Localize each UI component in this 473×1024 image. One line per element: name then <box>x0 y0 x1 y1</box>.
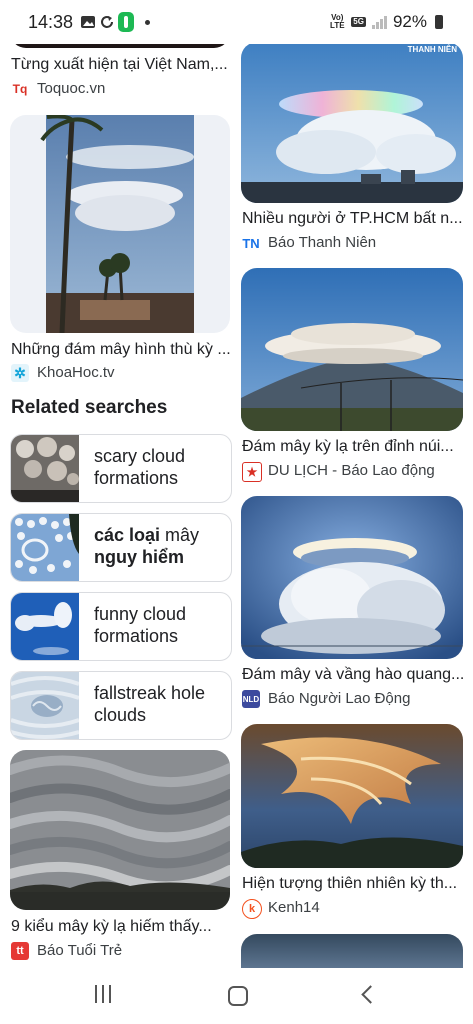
volte-icon: Vo) LTE <box>330 13 345 30</box>
source-favicon-6: k <box>242 899 262 919</box>
status-right: Vo) LTE 5G 92% <box>329 12 443 32</box>
swirl-cloud-photo <box>241 724 463 868</box>
related-label-1: các loại mây nguy hiểm <box>94 524 224 568</box>
result-caption-0[interactable]: Từng xuất hiện tại Việt Nam,... <box>11 56 228 74</box>
related-thumb-3 <box>11 672 79 739</box>
related-thumb-0 <box>11 435 79 502</box>
result-image-5[interactable] <box>10 750 230 910</box>
back-button[interactable] <box>361 985 380 1004</box>
related-label-1-bold-b: nguy hiểm <box>94 547 185 567</box>
related-label-3: fallstreak hole clouds <box>94 683 206 725</box>
related-searches-heading: Related searches <box>11 397 168 418</box>
result-caption-2[interactable]: Những đám mây hình thù kỳ ... <box>11 341 231 359</box>
status-bar: 14:38 Vo) LTE 5G 92% <box>0 0 473 44</box>
clock: 14:38 <box>28 12 74 32</box>
result-source-6[interactable]: Kenh14 <box>268 899 320 916</box>
related-label-2: funny cloud formations <box>94 604 187 646</box>
result-caption-1[interactable]: Nhiều người ở TP.HCM bất n... <box>242 210 463 228</box>
result-caption-5[interactable]: 9 kiểu mây kỳ lạ hiếm thấy... <box>11 918 212 936</box>
result-caption-3[interactable]: Đám mây kỳ lạ trên đỉnh núi... <box>242 438 454 456</box>
source-favicon-5: tt <box>11 942 29 960</box>
related-search-chip[interactable]: scary cloud formations <box>10 434 232 503</box>
iridescent-cloud-photo <box>241 42 463 203</box>
result-source-2[interactable]: KhoaHoc.tv <box>37 364 115 381</box>
source-favicon-4: NLD <box>242 690 260 708</box>
related-search-chip[interactable]: các loại mây nguy hiểm <box>10 513 232 582</box>
result-image-1[interactable]: THANH NIÊN <box>241 42 463 203</box>
result-image-6[interactable] <box>241 724 463 868</box>
result-source-5[interactable]: Báo Tuổi Trẻ <box>37 942 122 959</box>
sync-icon <box>99 14 115 30</box>
system-nav-bar <box>0 968 473 1024</box>
battery-icon <box>435 15 443 29</box>
5g-icon: 5G <box>351 17 366 27</box>
related-search-chip[interactable]: fallstreak hole clouds <box>10 671 232 740</box>
app-notification-icon <box>118 12 134 32</box>
result-source-4[interactable]: Báo Người Lao Động <box>268 690 410 707</box>
related-thumb-2 <box>11 593 79 660</box>
result-image-2[interactable] <box>10 115 230 333</box>
result-source-0[interactable]: Toquoc.vn <box>37 80 105 97</box>
related-thumb-1 <box>11 514 79 581</box>
result-image-7[interactable] <box>241 934 463 968</box>
source-favicon-2: ✲ <box>11 364 29 382</box>
signal-icon <box>371 15 387 29</box>
related-label-1-bold-a: các loại <box>94 525 161 545</box>
result-source-3[interactable]: DU LỊCH - Báo Lao động <box>268 462 435 479</box>
result-source-1[interactable]: Báo Thanh Niên <box>268 234 376 251</box>
related-search-chip[interactable]: funny cloud formations <box>10 592 232 661</box>
lenticular-cloud-photo <box>40 115 194 333</box>
more-notifications-dot <box>145 20 150 25</box>
result-image-3[interactable] <box>241 268 463 431</box>
result-caption-6[interactable]: Hiện tượng thiên nhiên kỳ th... <box>242 875 457 893</box>
gallery-icon <box>80 14 96 30</box>
result-image-4[interactable] <box>241 496 463 659</box>
source-favicon-0: Tq <box>11 80 29 98</box>
battery-percent: 92% <box>392 12 427 31</box>
mountain-cap-cloud-photo <box>241 268 463 431</box>
recent-apps-button[interactable] <box>95 985 111 1003</box>
related-label-0: scary cloud formations <box>94 446 186 488</box>
source-favicon-3: ★ <box>242 462 262 482</box>
pileus-halo-photo <box>241 496 463 659</box>
related-label-1-plain: mây <box>160 525 200 545</box>
image-watermark: THANH NIÊN <box>407 45 457 54</box>
home-button[interactable] <box>228 986 248 1006</box>
asperitas-cloud-photo <box>10 750 230 910</box>
source-favicon-1: TN <box>242 234 260 252</box>
result-caption-4[interactable]: Đám mây và vầng hào quang... <box>242 666 464 684</box>
